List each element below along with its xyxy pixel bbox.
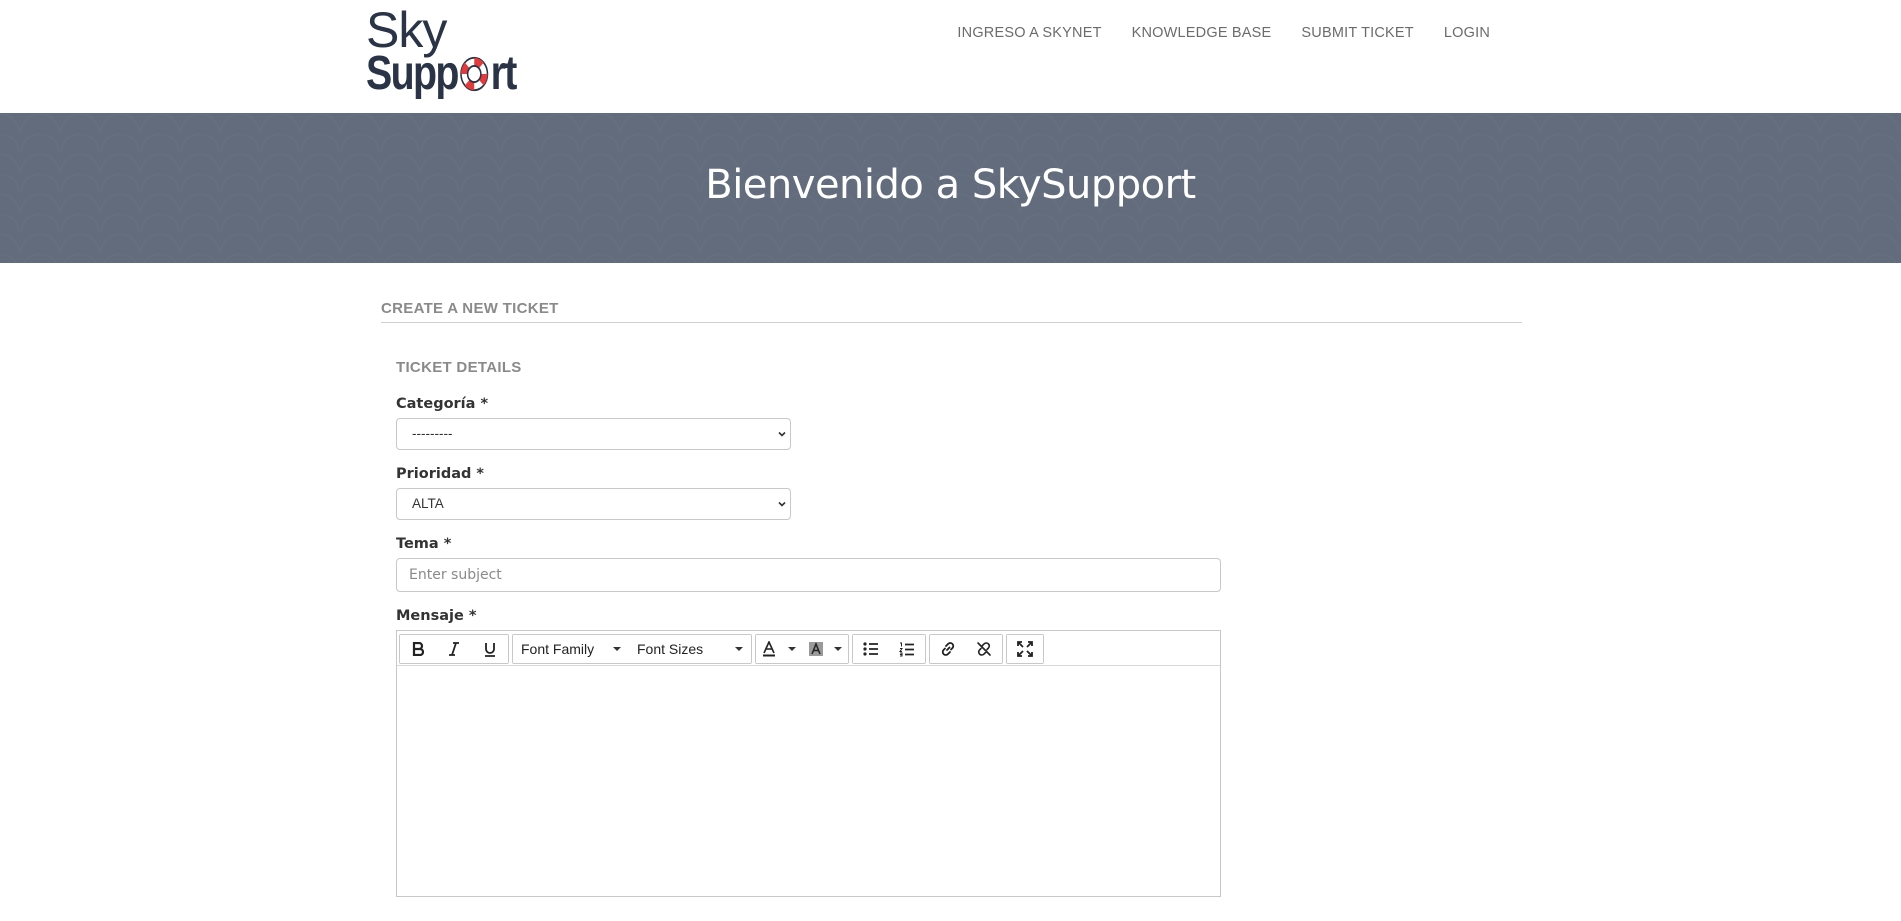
nav-knowledge-base[interactable]: KNOWLEDGE BASE (1117, 22, 1287, 44)
font-group: Font Family Font Sizes (512, 634, 752, 664)
nav-login[interactable]: LOGIN (1429, 22, 1505, 44)
italic-button[interactable] (436, 635, 472, 663)
mensaje-label: Mensaje * (396, 608, 477, 624)
fullscreen-group (1006, 634, 1044, 664)
nav-submit-ticket[interactable]: SUBMIT TICKET (1286, 22, 1428, 44)
top-navbar: Sky Supp rt INGRESO A SKYNET KNOWLEDGE B… (0, 0, 1901, 113)
insert-link-button[interactable] (930, 635, 966, 663)
tema-label: Tema * (396, 536, 452, 552)
underline-button[interactable] (472, 635, 508, 663)
highlight-icon (809, 641, 823, 656)
bullet-list-button[interactable] (853, 635, 889, 663)
font-sizes-label: Font Sizes (637, 641, 704, 657)
expand-icon (1017, 641, 1033, 657)
categoria-select[interactable]: --------- (396, 418, 791, 450)
text-color-button[interactable] (756, 635, 802, 663)
editor-toolbar: Font Family Font Sizes (397, 631, 1220, 666)
subject-input[interactable] (396, 558, 1221, 592)
text-style-group (399, 634, 509, 664)
font-family-label: Font Family (521, 641, 595, 657)
caret-down-icon (834, 647, 842, 651)
list-group (852, 634, 926, 664)
message-editor: Font Family Font Sizes (396, 630, 1221, 897)
underline-icon (485, 642, 495, 657)
unlink-button[interactable] (966, 635, 1002, 663)
logo-support-text: Supp rt (366, 47, 517, 100)
font-sizes-dropdown[interactable]: Font Sizes (629, 635, 751, 663)
tema-group: Tema * (396, 536, 1522, 592)
chevron-down-icon (778, 431, 786, 437)
prioridad-select[interactable]: ALTA (396, 488, 791, 520)
fullscreen-button[interactable] (1007, 635, 1043, 663)
numbered-list-button[interactable] (889, 635, 925, 663)
caret-down-icon (788, 647, 796, 651)
prioridad-group: Prioridad * ALTA (396, 466, 1522, 520)
page-title: CREATE A NEW TICKET (381, 300, 1522, 323)
categoria-group: Categoría * --------- (396, 396, 1522, 450)
link-group (929, 634, 1003, 664)
caret-down-icon (613, 647, 621, 651)
ticket-details-panel: TICKET DETAILS Categoría * --------- Pri… (396, 359, 1522, 897)
main-nav: INGRESO A SKYNET KNOWLEDGE BASE SUBMIT T… (942, 22, 1505, 44)
prioridad-value: ALTA (412, 496, 444, 511)
font-family-dropdown[interactable]: Font Family (513, 635, 629, 663)
link-icon (941, 642, 955, 656)
nav-ingreso-skynet[interactable]: INGRESO A SKYNET (942, 22, 1116, 44)
main-content: CREATE A NEW TICKET TICKET DETAILS Categ… (381, 300, 1522, 897)
prioridad-label: Prioridad * (396, 466, 485, 482)
categoria-value: --------- (412, 426, 453, 441)
skysupport-logo[interactable]: Sky Supp rt (366, 4, 536, 102)
message-body-editor[interactable] (397, 666, 1220, 896)
text-color-icon (763, 641, 775, 657)
italic-icon (449, 642, 459, 656)
caret-down-icon (735, 647, 743, 651)
bold-button[interactable] (400, 635, 436, 663)
banner-title: Bienvenido a SkySupport (705, 162, 1196, 208)
unlink-icon (977, 642, 991, 656)
hero-banner: Bienvenido a SkySupport (0, 113, 1901, 263)
color-group (755, 634, 849, 664)
bold-icon (412, 642, 424, 656)
categoria-label: Categoría * (396, 396, 489, 412)
lifebuoy-icon (460, 56, 489, 92)
panel-title: TICKET DETAILS (396, 359, 522, 376)
highlight-color-button[interactable] (802, 635, 848, 663)
mensaje-group: Mensaje * Font Family Font Sizes (396, 608, 1522, 897)
bullet-list-icon (863, 642, 878, 656)
numbered-list-icon (899, 642, 914, 656)
chevron-down-icon (778, 501, 786, 507)
